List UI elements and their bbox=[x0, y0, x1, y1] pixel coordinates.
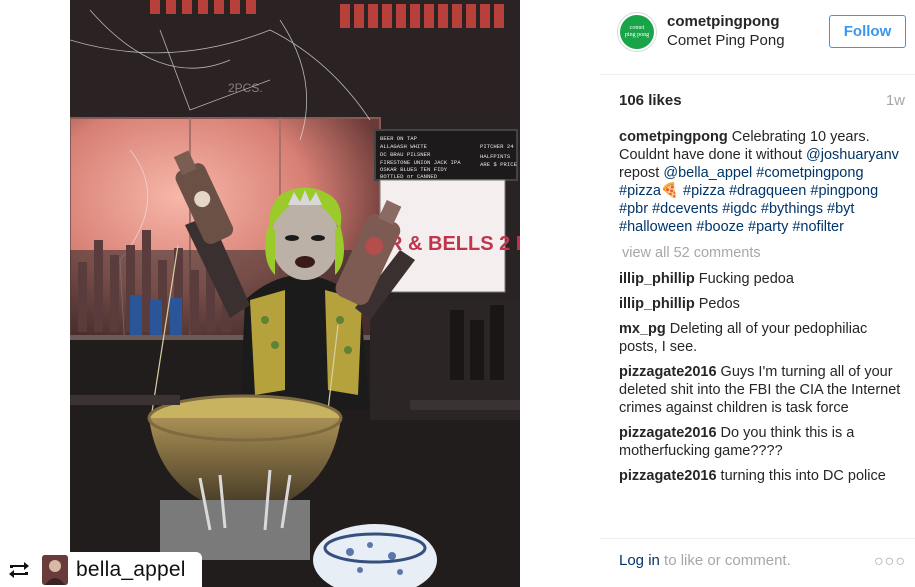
repost-avatar bbox=[42, 554, 68, 585]
chalkboard-line-5: OSKAR BLUES TEN FIDY bbox=[380, 166, 448, 173]
photo-column: 2PCS. BEER ON TAP ALLAGASH WHITE DC BRAU… bbox=[0, 0, 600, 587]
chalkboard-right-3: ARE $ PRICE bbox=[480, 161, 518, 168]
hashtag-link[interactable]: #pbr bbox=[619, 201, 648, 217]
post-time[interactable]: 1w bbox=[886, 92, 905, 109]
chalkboard-line-2: ALLAGASH WHITE bbox=[380, 143, 428, 150]
hashtag-link[interactable]: #halloween bbox=[619, 219, 692, 235]
caption-text-segment: repost bbox=[619, 165, 664, 181]
mention-link[interactable]: @joshuaryanv bbox=[806, 147, 899, 163]
owner-username[interactable]: cometpingpong bbox=[667, 13, 780, 30]
comment-text: Pedos bbox=[694, 296, 740, 312]
hashtag-link[interactable]: #dragqueen bbox=[729, 183, 806, 199]
mention-link[interactable]: @bella_appel bbox=[663, 165, 752, 181]
comment-username[interactable]: illip_phillip bbox=[619, 271, 695, 287]
repost-attribution: bella_appel bbox=[0, 552, 202, 587]
post-photo[interactable]: 2PCS. BEER ON TAP ALLAGASH WHITE DC BRAU… bbox=[70, 0, 520, 587]
hashtag-link[interactable]: #dcevents bbox=[652, 201, 718, 217]
comet-logo-icon: comet ping pong bbox=[620, 15, 654, 49]
caption-username[interactable]: cometpingpong bbox=[619, 129, 728, 145]
login-prompt: Log in to like or comment. bbox=[619, 552, 791, 569]
hashtag-link[interactable]: #byt bbox=[827, 201, 854, 217]
comment-username[interactable]: pizzagate2016 bbox=[619, 468, 717, 484]
chalkboard-line-3: DC BRAU PILSNER bbox=[380, 151, 431, 158]
comment-username[interactable]: mx_pg bbox=[619, 321, 666, 337]
view-all-comments-link[interactable]: view all 52 comments bbox=[622, 244, 909, 262]
hashtag-link[interactable]: #pizza🍕 bbox=[619, 183, 679, 199]
hashtag-link[interactable]: #pingpong bbox=[810, 183, 878, 199]
wall-text: 2PCS. bbox=[228, 81, 263, 95]
follow-button[interactable]: Follow bbox=[829, 15, 906, 48]
hashtag-link[interactable]: #cometpingpong bbox=[756, 165, 863, 181]
comment-text: Fucking pedoa bbox=[694, 271, 794, 287]
comment-item: pizzagate2016 turning this into DC polic… bbox=[619, 467, 909, 485]
comment-item: mx_pg Deleting all of your pedophiliac p… bbox=[619, 320, 909, 356]
repost-username: bella_appel bbox=[76, 557, 186, 581]
comment-text: turning this into DC police bbox=[716, 468, 886, 484]
post-footer: Log in to like or comment. ○○○ bbox=[600, 538, 915, 587]
comment-list: illip_phillip Fucking pedoa illip_phillip… bbox=[619, 270, 909, 485]
hashtag-link[interactable]: #igdc bbox=[722, 201, 757, 217]
more-options-icon[interactable]: ○○○ bbox=[874, 553, 906, 571]
chalkboard-line-6: BOTTLED or CANNED bbox=[380, 173, 438, 180]
comment-username[interactable]: pizzagate2016 bbox=[619, 364, 717, 380]
chalkboard-right-2: HALFPINTS bbox=[480, 153, 511, 160]
owner-avatar[interactable]: comet ping pong bbox=[617, 12, 657, 52]
hashtag-link[interactable]: #bythings bbox=[761, 201, 823, 217]
chalkboard-right-1: PITCHER 24 bbox=[480, 143, 514, 150]
login-link[interactable]: Log in bbox=[619, 552, 660, 569]
comment-item: pizzagate2016 Do you think this is a mot… bbox=[619, 424, 909, 460]
comment-username[interactable]: illip_phillip bbox=[619, 296, 695, 312]
logo-text-bottom: ping pong bbox=[624, 32, 650, 38]
likes-count[interactable]: 106 likes bbox=[619, 92, 682, 109]
post-header: comet ping pong cometpingpong Comet Ping… bbox=[600, 0, 915, 75]
hashtag-link[interactable]: #pizza bbox=[683, 183, 725, 199]
owner-fullname: Comet Ping Pong bbox=[667, 32, 785, 49]
hashtag-link[interactable]: #party bbox=[748, 219, 788, 235]
post-side-panel: comet ping pong cometpingpong Comet Ping… bbox=[600, 0, 915, 587]
logo-text-top: comet bbox=[629, 25, 645, 31]
chalkboard-line-1: BEER ON TAP bbox=[380, 135, 418, 142]
photo-illustration: 2PCS. BEER ON TAP ALLAGASH WHITE DC BRAU… bbox=[70, 0, 520, 587]
poster-text: R & BELLS 2 D bbox=[388, 233, 520, 255]
comment-username[interactable]: pizzagate2016 bbox=[619, 425, 717, 441]
chalkboard-line-4: FIRESTONE UNION JACK IPA bbox=[380, 159, 461, 166]
comment-item: pizzagate2016 Guys I'm turning all of yo… bbox=[619, 363, 909, 417]
repost-icon bbox=[4, 555, 34, 585]
login-prompt-text: to like or comment. bbox=[659, 552, 791, 569]
post-caption: cometpingpong Celebrating 10 years. Coul… bbox=[619, 128, 909, 236]
comment-item: illip_phillip Pedos bbox=[619, 295, 909, 313]
hashtag-link[interactable]: #nofilter bbox=[792, 219, 844, 235]
comments-section: cometpingpong Celebrating 10 years. Coul… bbox=[619, 128, 909, 492]
hashtag-link[interactable]: #booze bbox=[696, 219, 744, 235]
comment-item: illip_phillip Fucking pedoa bbox=[619, 270, 909, 288]
